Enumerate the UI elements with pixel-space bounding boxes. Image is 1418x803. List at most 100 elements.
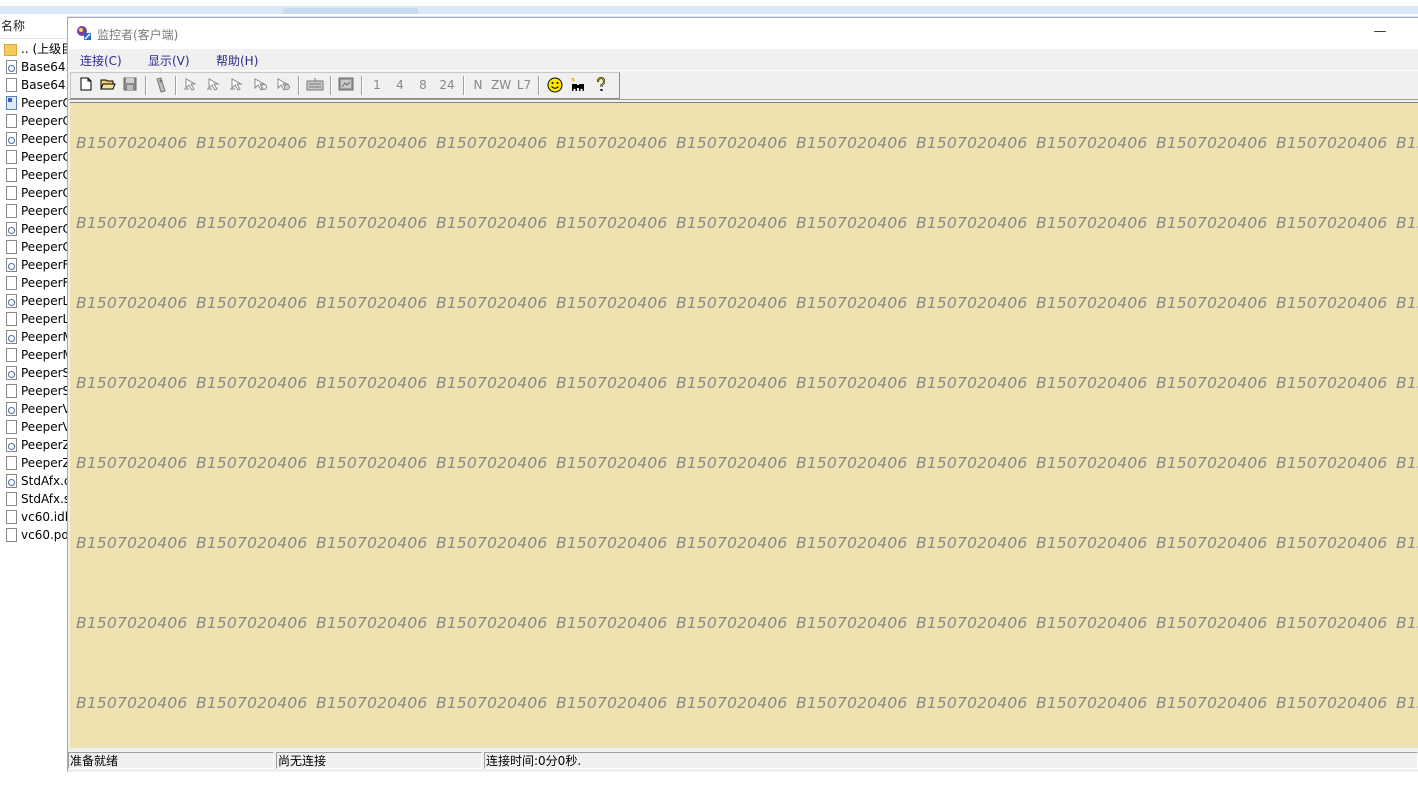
new-file-icon[interactable] — [76, 76, 96, 94]
file-icon — [6, 456, 17, 470]
file-list-item[interactable]: PeeperS — [0, 382, 68, 400]
file-list-item[interactable]: StdAfx.s — [0, 490, 68, 508]
toolbar-separator — [463, 76, 465, 95]
mode-n-button[interactable]: N — [468, 76, 488, 94]
file-list-item[interactable]: PeeperC — [0, 184, 68, 202]
watermark-text: B1507020406 — [436, 294, 548, 312]
monitor-client-window: 监控者(客户端) — 连接(C) 显示(V) 帮助(H) 1 4 8 24 N … — [67, 17, 1418, 772]
file-list-item[interactable]: PeeperC — [0, 166, 68, 184]
file-list-item[interactable]: PeeperZ — [0, 436, 68, 454]
file-list-item[interactable]: StdAfx.c — [0, 472, 68, 490]
watermark-text: B1507020406 — [196, 454, 308, 472]
file-icon — [6, 528, 17, 542]
pointer-icon-1[interactable] — [181, 76, 201, 94]
binoculars-icon[interactable] — [568, 76, 588, 94]
clipboard-icon[interactable] — [151, 76, 171, 94]
smiley-icon[interactable] — [545, 76, 565, 94]
watermark-text: B1507020406 — [556, 294, 668, 312]
file-name: PeeperV — [21, 402, 68, 416]
file-list-item[interactable]: PeeperF — [0, 274, 68, 292]
watermark-text: B1507020406 — [1156, 534, 1268, 552]
watermark-text: B1507020406 — [1396, 294, 1418, 312]
toolbar-separator — [330, 76, 332, 95]
minimize-button[interactable]: — — [1366, 21, 1394, 45]
watermark-text: B1507020406 — [196, 374, 308, 392]
file-list-item[interactable]: PeeperC — [0, 94, 68, 112]
screenshot-icon[interactable] — [336, 76, 356, 94]
watermark-text: B1507020406 — [1276, 454, 1388, 472]
file-explorer-panel: 名称 .. (上级目 Base64. Base64. PeeperC PeeperC Pe… — [0, 16, 68, 803]
watermark-text: B1507020406 — [556, 214, 668, 232]
watermark-text: B1507020406 — [556, 374, 668, 392]
watermark-text: B1507020406 — [76, 614, 188, 632]
file-list-item[interactable]: PeeperM — [0, 328, 68, 346]
file-list-item[interactable]: PeeperC — [0, 112, 68, 130]
scale-1-button[interactable]: 1 — [367, 76, 387, 94]
keyboard-icon[interactable] — [305, 76, 325, 94]
column-header-name[interactable]: 名称 — [0, 16, 68, 39]
watermark-text: B1507020406 — [556, 614, 668, 632]
file-list-item[interactable]: PeeperM — [0, 346, 68, 364]
watermark-text: B1507020406 — [316, 374, 428, 392]
pointer-icon-5[interactable] — [273, 76, 293, 94]
watermark-text: B1507020406 — [1276, 534, 1388, 552]
file-list-item[interactable]: .. (上级目 — [0, 40, 68, 58]
menu-connect[interactable]: 连接(C) — [80, 52, 122, 69]
file-list-item[interactable]: PeeperC — [0, 220, 68, 238]
watermark-text: B1507020406 — [316, 694, 428, 712]
scale-8-button[interactable]: 8 — [413, 76, 433, 94]
mode-zw-button[interactable]: ZW — [491, 76, 511, 94]
watermark-text: B1507020406 — [796, 374, 908, 392]
file-list-item[interactable]: PeeperC — [0, 202, 68, 220]
help-question-icon[interactable] — [591, 76, 611, 94]
file-list-item[interactable]: PeeperF — [0, 256, 68, 274]
file-icon — [6, 510, 17, 524]
source-file-icon — [6, 474, 17, 488]
menu-view[interactable]: 显示(V) — [148, 52, 190, 69]
file-list-item[interactable]: PeeperV — [0, 400, 68, 418]
watermark-text: B1507020406 — [796, 294, 908, 312]
file-list-item[interactable]: Base64. — [0, 58, 68, 76]
file-list-item[interactable]: PeeperZ — [0, 454, 68, 472]
toolbar: 1 4 8 24 N ZW L7 — [68, 70, 1418, 100]
app-file-icon — [6, 96, 17, 110]
file-list-item[interactable]: vc60.pdl — [0, 526, 68, 544]
file-name: PeeperC — [21, 168, 68, 182]
remote-screen-view[interactable]: B1507020406 B1507020406 B1507020406 B150702… — [70, 102, 1418, 748]
file-list-item[interactable]: PeeperV — [0, 418, 68, 436]
scale-4-button[interactable]: 4 — [390, 76, 410, 94]
watermark-text: B1507020406 — [1156, 134, 1268, 152]
file-icon — [6, 276, 17, 290]
pointer-icon-3[interactable] — [227, 76, 247, 94]
scale-24-button[interactable]: 24 — [436, 76, 458, 94]
file-icon — [6, 348, 17, 362]
watermark-text: B1507020406 — [916, 614, 1028, 632]
mode-l7-button[interactable]: L7 — [514, 76, 534, 94]
file-list-item[interactable]: PeeperL — [0, 292, 68, 310]
file-list-item[interactable]: Base64. — [0, 76, 68, 94]
pointer-icon-4[interactable] — [250, 76, 270, 94]
file-name: PeeperV — [21, 420, 68, 434]
open-folder-icon[interactable] — [98, 76, 118, 94]
file-name: StdAfx.s — [21, 492, 68, 506]
watermark-text: B1507020406 — [1036, 294, 1148, 312]
file-list-item[interactable]: PeeperC — [0, 130, 68, 148]
title-bar[interactable]: 监控者(客户端) — — [68, 18, 1418, 49]
watermark-text: B1507020406 — [436, 694, 548, 712]
file-name: PeeperC — [21, 114, 68, 128]
source-file-icon — [6, 366, 17, 380]
file-list-item[interactable]: PeeperC — [0, 238, 68, 256]
watermark-text: B1507020406 — [1036, 374, 1148, 392]
file-name: PeeperC — [21, 132, 68, 146]
file-list-item[interactable]: PeeperS — [0, 364, 68, 382]
file-list-item[interactable]: PeeperC — [0, 148, 68, 166]
file-list-item[interactable]: vc60.idb — [0, 508, 68, 526]
pointer-icon-2[interactable] — [204, 76, 224, 94]
file-icon — [6, 492, 17, 506]
watermark-text: B1507020406 — [916, 534, 1028, 552]
file-icon — [6, 204, 17, 218]
file-icon — [6, 186, 17, 200]
file-list-item[interactable]: PeeperL — [0, 310, 68, 328]
menu-help[interactable]: 帮助(H) — [216, 52, 258, 69]
save-disk-icon[interactable] — [120, 76, 140, 94]
